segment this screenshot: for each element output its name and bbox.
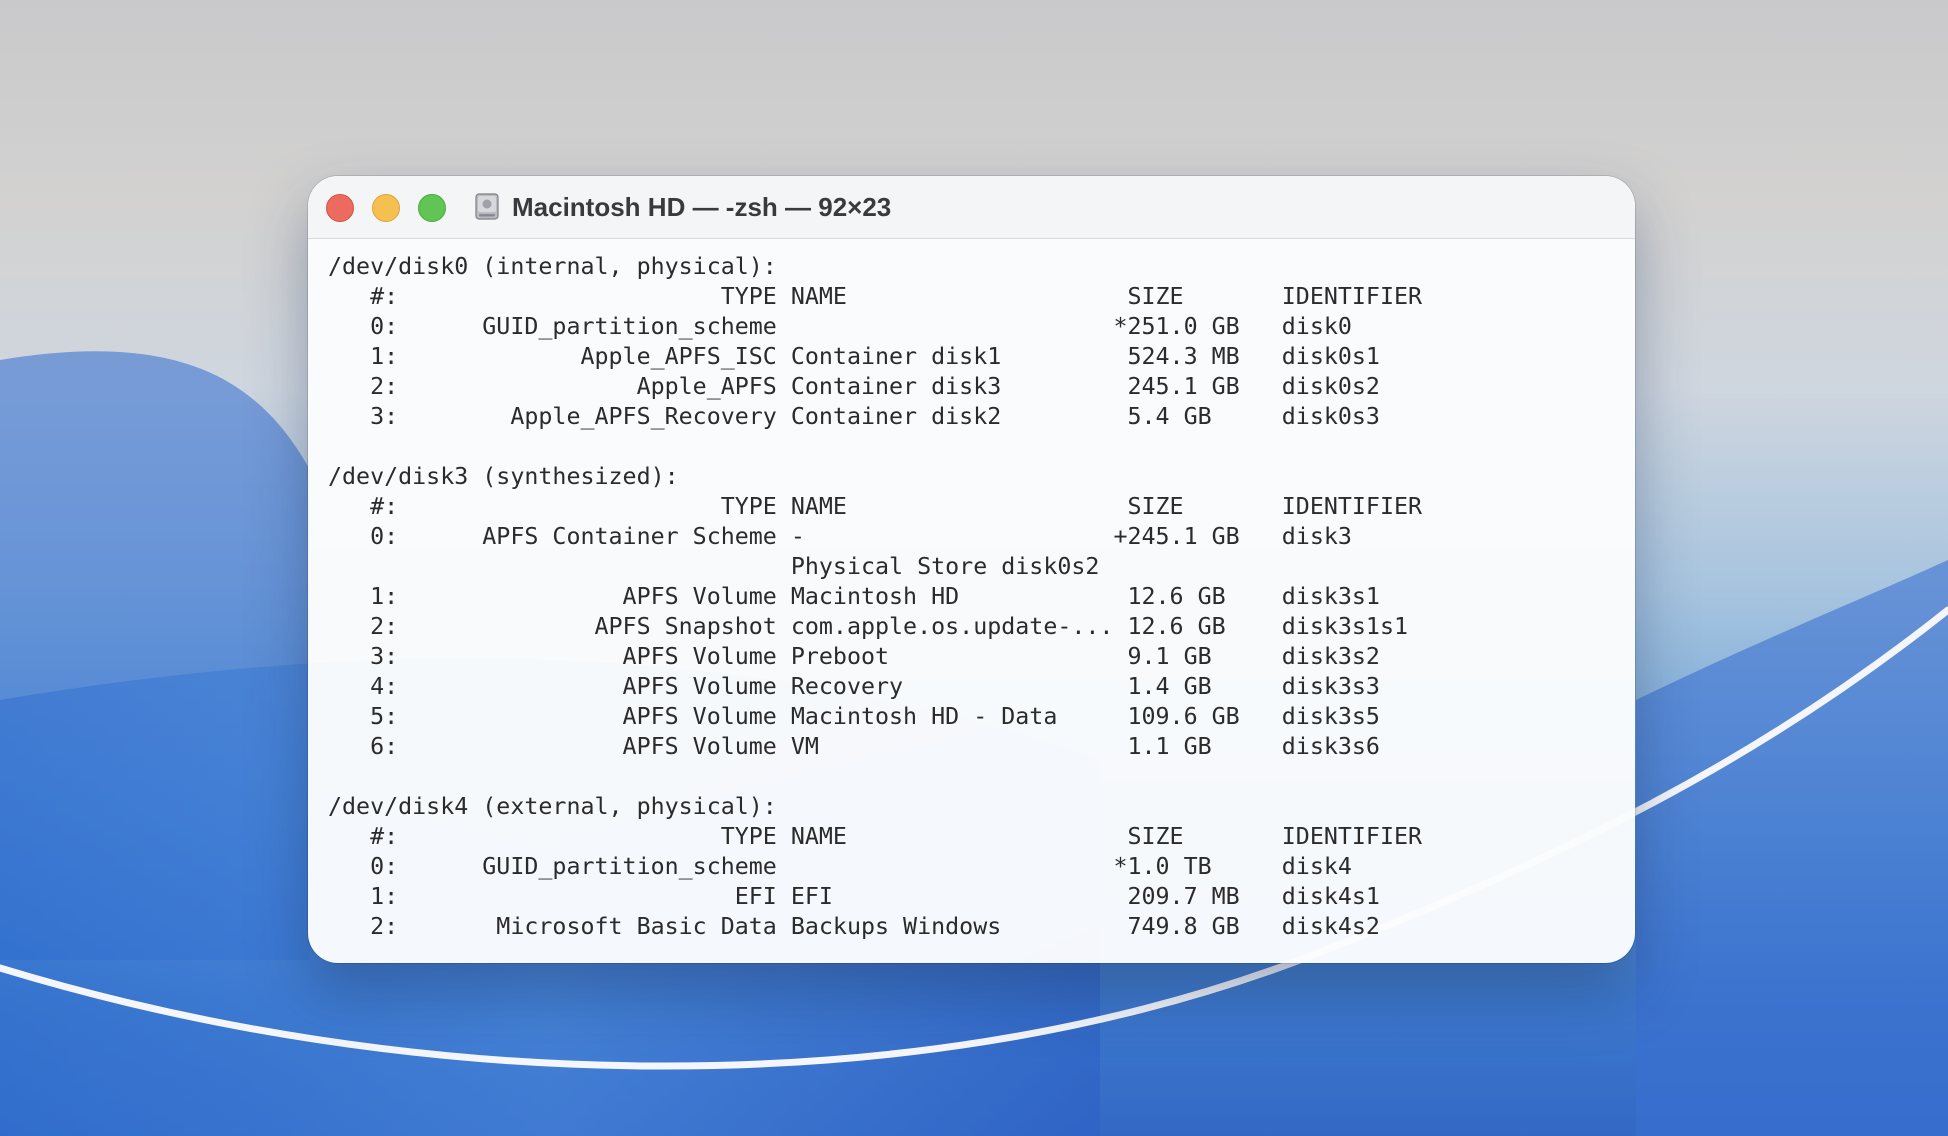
terminal-line-partition: 3: APFS Volume Preboot 9.1 GB disk3s2 [328, 643, 1380, 670]
terminal-line-partition: 2: Microsoft Basic Data Backups Windows … [328, 913, 1380, 940]
close-button[interactable] [326, 194, 354, 222]
title-bar[interactable]: Macintosh HD — -zsh — 92×23 [308, 176, 1635, 239]
terminal-line-partition: 0: GUID_partition_scheme *1.0 TB disk4 [328, 853, 1352, 880]
window-title: Macintosh HD — -zsh — 92×23 [512, 192, 892, 222]
terminal-line-continuation: Physical Store disk0s2 [328, 553, 1100, 580]
terminal-window[interactable]: Macintosh HD — -zsh — 92×23 /dev/disk0 (… [308, 176, 1635, 963]
terminal-line-column-headers: #: TYPE NAME SIZE IDENTIFIER [328, 823, 1423, 850]
terminal-output[interactable]: /dev/disk0 (internal, physical): #: TYPE… [328, 252, 1422, 942]
terminal-line-partition: 0: APFS Container Scheme - +245.1 GB dis… [328, 523, 1352, 550]
terminal-line-partition: 2: Apple_APFS Container disk3 245.1 GB d… [328, 373, 1380, 400]
terminal-line-partition: 1: APFS Volume Macintosh HD 12.6 GB disk… [328, 583, 1380, 610]
terminal-line-disk4-header: /dev/disk4 (external, physical): [328, 793, 777, 820]
terminal-line-disk3-header: /dev/disk3 (synthesized): [328, 463, 679, 490]
terminal-line-partition: 1: Apple_APFS_ISC Container disk1 524.3 … [328, 343, 1380, 370]
terminal-line-partition: 1: EFI EFI 209.7 MB disk4s1 [328, 883, 1380, 910]
hard-drive-icon [475, 193, 499, 220]
zoom-button[interactable] [418, 194, 446, 222]
minimize-button[interactable] [372, 194, 400, 222]
terminal-line-column-headers: #: TYPE NAME SIZE IDENTIFIER [328, 283, 1423, 310]
terminal-line-column-headers: #: TYPE NAME SIZE IDENTIFIER [328, 493, 1423, 520]
terminal-line-partition: 2: APFS Snapshot com.apple.os.update-...… [328, 613, 1408, 640]
terminal-line-partition: 6: APFS Volume VM 1.1 GB disk3s6 [328, 733, 1380, 760]
terminal-line-partition: 3: Apple_APFS_Recovery Container disk2 5… [328, 403, 1380, 430]
terminal-line-partition: 5: APFS Volume Macintosh HD - Data 109.6… [328, 703, 1380, 730]
terminal-line-disk0-header: /dev/disk0 (internal, physical): [328, 253, 777, 280]
terminal-line-partition: 0: GUID_partition_scheme *251.0 GB disk0 [328, 313, 1352, 340]
terminal-line-partition: 4: APFS Volume Recovery 1.4 GB disk3s3 [328, 673, 1380, 700]
